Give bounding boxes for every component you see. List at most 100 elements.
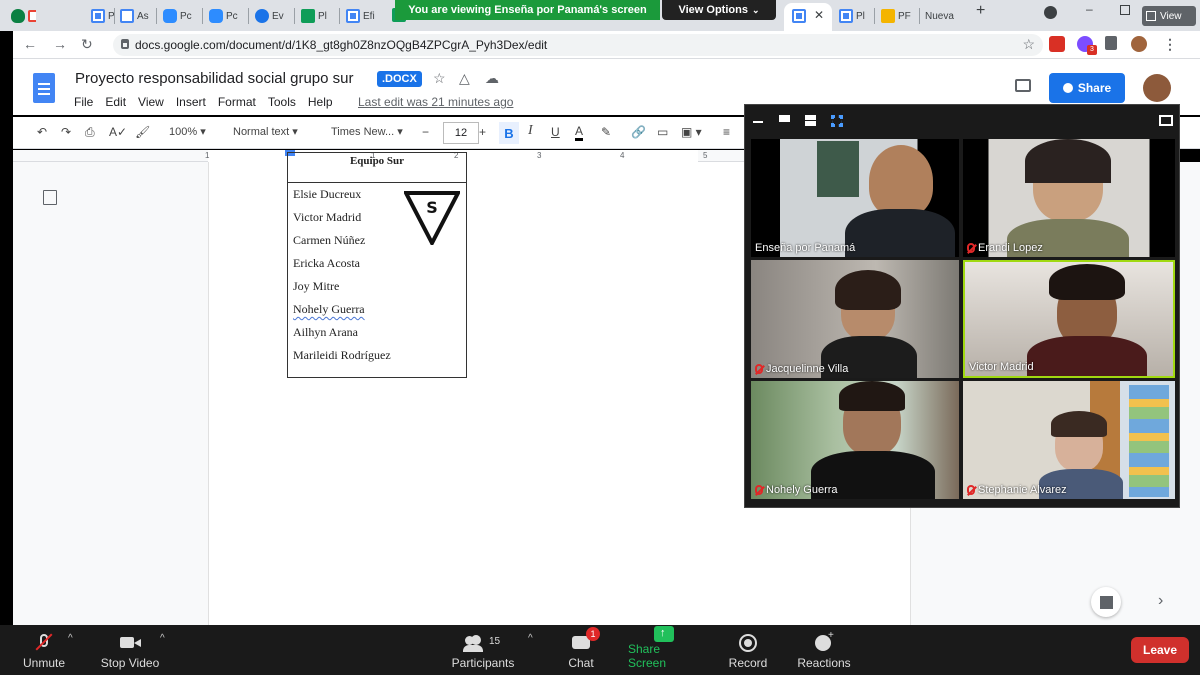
bold-button[interactable]: B bbox=[499, 122, 519, 144]
participant-tile-active-speaker[interactable]: Victor Madrid bbox=[963, 260, 1175, 378]
participant-face bbox=[869, 145, 933, 217]
participant-name-label: Nohely Guerra bbox=[755, 484, 838, 496]
new-tab-plus-icon[interactable]: + bbox=[976, 2, 985, 20]
view-options-button[interactable]: View Options ⌄ bbox=[662, 0, 776, 20]
share-screen-label: Share Screen bbox=[628, 642, 667, 670]
undo-icon[interactable]: ↶ bbox=[37, 125, 47, 139]
explore-button[interactable] bbox=[1091, 587, 1121, 617]
pdf-extension-icon[interactable] bbox=[1049, 36, 1065, 52]
spellcheck-icon[interactable]: A✓ bbox=[109, 125, 127, 139]
menu-file[interactable]: File bbox=[74, 95, 93, 109]
gallery-view-icon[interactable] bbox=[831, 115, 843, 127]
menu-format[interactable]: Format bbox=[218, 95, 256, 109]
menu-tools[interactable]: Tools bbox=[268, 95, 296, 109]
participant-tile[interactable]: Erandi Lopez bbox=[963, 139, 1175, 257]
font-size-input[interactable]: 12 bbox=[443, 122, 479, 144]
tab-slides[interactable]: PF bbox=[878, 5, 916, 27]
participant-name: Erandi Lopez bbox=[978, 242, 1043, 254]
stop-video-button[interactable]: Stop Video bbox=[98, 625, 162, 675]
reactions-button[interactable]: + Reactions bbox=[796, 625, 852, 675]
comment-history-icon[interactable] bbox=[1015, 79, 1031, 92]
puzzle-extensions-icon[interactable] bbox=[1105, 36, 1117, 50]
unmute-button[interactable]: Unmute bbox=[18, 625, 70, 675]
font-select[interactable]: Times New... ▾ bbox=[331, 125, 403, 138]
tab-zoom-2[interactable]: Pc bbox=[206, 5, 244, 27]
tab-new[interactable]: Nueva bbox=[922, 5, 962, 27]
restore-icon[interactable] bbox=[1120, 5, 1130, 15]
wall-drawings bbox=[1129, 385, 1169, 497]
participant-tile[interactable]: Nohely Guerra bbox=[751, 381, 959, 499]
tab-sheets[interactable]: Pl bbox=[298, 5, 336, 27]
align-icon[interactable]: ≡ bbox=[723, 125, 730, 139]
extension-icon[interactable]: 3 bbox=[1077, 36, 1097, 55]
share-screen-button[interactable]: ↑ Share Screen bbox=[628, 625, 700, 675]
tab-docs-1[interactable]: Pr bbox=[88, 5, 114, 27]
bookmark-star-icon[interactable]: ☆ bbox=[1022, 36, 1035, 53]
account-avatar[interactable] bbox=[1143, 74, 1171, 102]
menu-help[interactable]: Help bbox=[308, 95, 333, 109]
participant-tile[interactable]: Jacquelinne Villa bbox=[751, 260, 959, 378]
participant-tile[interactable]: Stephanie Alvarez bbox=[963, 381, 1175, 499]
tab-earth[interactable]: Ev bbox=[252, 5, 292, 27]
video-gallery[interactable]: Enseña por Panamá Erandi Lopez Jacquelin… bbox=[744, 104, 1180, 508]
style-select[interactable]: Normal text ▾ bbox=[233, 125, 298, 138]
document-outline-icon[interactable] bbox=[43, 190, 57, 205]
member-name: Nohely Guerra bbox=[293, 302, 365, 316]
participants-caret-icon[interactable]: ^ bbox=[528, 633, 533, 644]
highlight-icon[interactable]: ✎ bbox=[601, 125, 611, 139]
side-panel-chevron-icon[interactable]: › bbox=[1158, 592, 1163, 610]
decrease-font-icon[interactable]: − bbox=[422, 125, 429, 139]
participants-button[interactable]: 15 Participants bbox=[450, 625, 516, 675]
tab-search-icon[interactable] bbox=[1044, 6, 1057, 19]
menu-view[interactable]: View bbox=[138, 95, 164, 109]
forward-icon[interactable]: → bbox=[53, 36, 67, 52]
profile-avatar[interactable] bbox=[1131, 36, 1147, 52]
print-icon[interactable]: ⎙ bbox=[85, 125, 95, 140]
meeting-controls: Unmute ^ Stop Video ^ 15 Participants ^ bbox=[0, 625, 1200, 675]
close-tab-icon[interactable]: ✕ bbox=[814, 8, 824, 22]
move-to-drive-icon[interactable]: △ bbox=[459, 70, 470, 87]
minimize-video-icon[interactable] bbox=[753, 121, 763, 123]
audio-options-caret-icon[interactable]: ^ bbox=[68, 633, 73, 644]
exit-gallery-icon[interactable] bbox=[1159, 115, 1173, 126]
back-icon[interactable]: ← bbox=[23, 36, 37, 52]
zoom-select[interactable]: 100% ▾ bbox=[169, 125, 206, 138]
strip-view-icon[interactable] bbox=[805, 115, 816, 126]
tab-divider bbox=[294, 8, 295, 24]
menu-edit[interactable]: Edit bbox=[105, 95, 126, 109]
last-edit-link[interactable]: Last edit was 21 minutes ago bbox=[358, 95, 513, 109]
leave-button[interactable]: Leave bbox=[1131, 637, 1189, 663]
menu-insert[interactable]: Insert bbox=[176, 95, 206, 109]
italic-button[interactable]: I bbox=[528, 123, 533, 139]
tab-active-docs[interactable]: ✕ bbox=[784, 3, 832, 31]
document-title[interactable]: Proyecto responsabilidad social grupo su… bbox=[75, 70, 354, 87]
cloud-saved-icon[interactable]: ☁ bbox=[485, 70, 499, 87]
address-bar[interactable]: docs.google.com/document/d/1K8_gt8gh0Z8n… bbox=[113, 34, 1043, 56]
view-chip[interactable]: View bbox=[1142, 6, 1196, 26]
star-icon[interactable]: ☆ bbox=[433, 70, 446, 87]
record-button[interactable]: Record bbox=[726, 625, 770, 675]
increase-font-icon[interactable]: + bbox=[479, 125, 486, 139]
more-menu-icon[interactable]: ⋮ bbox=[1163, 36, 1177, 53]
tab-divider bbox=[919, 8, 920, 24]
tab-zoom-1[interactable]: Pc bbox=[160, 5, 198, 27]
paint-format-icon[interactable]: 🖌 bbox=[135, 125, 150, 139]
video-options-caret-icon[interactable]: ^ bbox=[160, 633, 165, 644]
docs-logo-icon[interactable] bbox=[33, 73, 55, 103]
tab-calendar[interactable]: As bbox=[117, 5, 153, 27]
image-icon[interactable]: ▣ ▾ bbox=[681, 125, 702, 139]
text-color-button[interactable]: A bbox=[575, 125, 584, 141]
tab-docs-2[interactable]: Efi bbox=[343, 5, 383, 27]
minimize-icon[interactable]: – bbox=[1086, 2, 1093, 16]
participant-hair bbox=[1051, 411, 1107, 437]
single-speaker-icon[interactable] bbox=[779, 115, 790, 122]
tab-security[interactable] bbox=[8, 5, 36, 27]
underline-button[interactable]: U bbox=[551, 125, 560, 139]
redo-icon[interactable]: ↷ bbox=[61, 125, 71, 139]
tab-docs-3[interactable]: Pl bbox=[836, 5, 872, 27]
comment-icon[interactable]: ▭ bbox=[657, 125, 668, 139]
participant-tile[interactable]: Enseña por Panamá bbox=[751, 139, 959, 257]
share-button[interactable]: Share bbox=[1049, 73, 1125, 103]
reload-icon[interactable]: ↻ bbox=[81, 36, 93, 53]
link-icon[interactable]: 🔗 bbox=[631, 125, 646, 139]
